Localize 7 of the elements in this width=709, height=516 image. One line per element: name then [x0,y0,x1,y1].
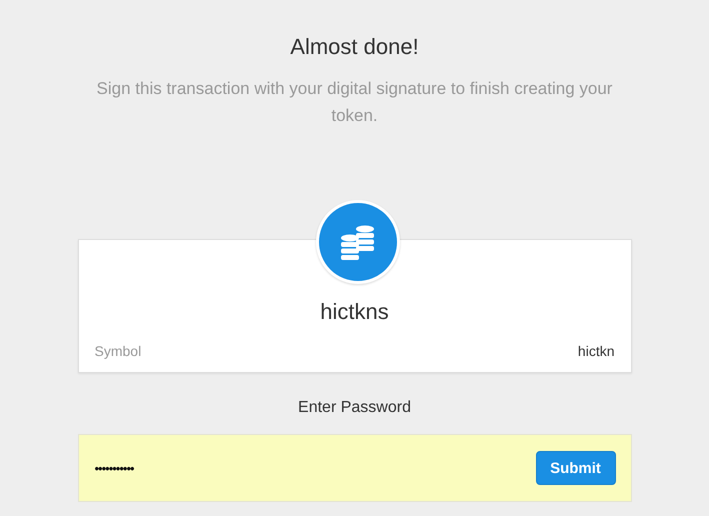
password-label: Enter Password [298,399,411,417]
token-name: hictkns [320,299,389,325]
subtitle: Sign this transaction with your digital signature to finish creating your token. [96,78,614,127]
password-field[interactable]: ••••••••••• Submit [78,434,632,502]
symbol-label: Symbol [94,343,142,359]
symbol-value: hictkn [578,343,614,359]
page-heading: Almost done! [290,33,419,61]
